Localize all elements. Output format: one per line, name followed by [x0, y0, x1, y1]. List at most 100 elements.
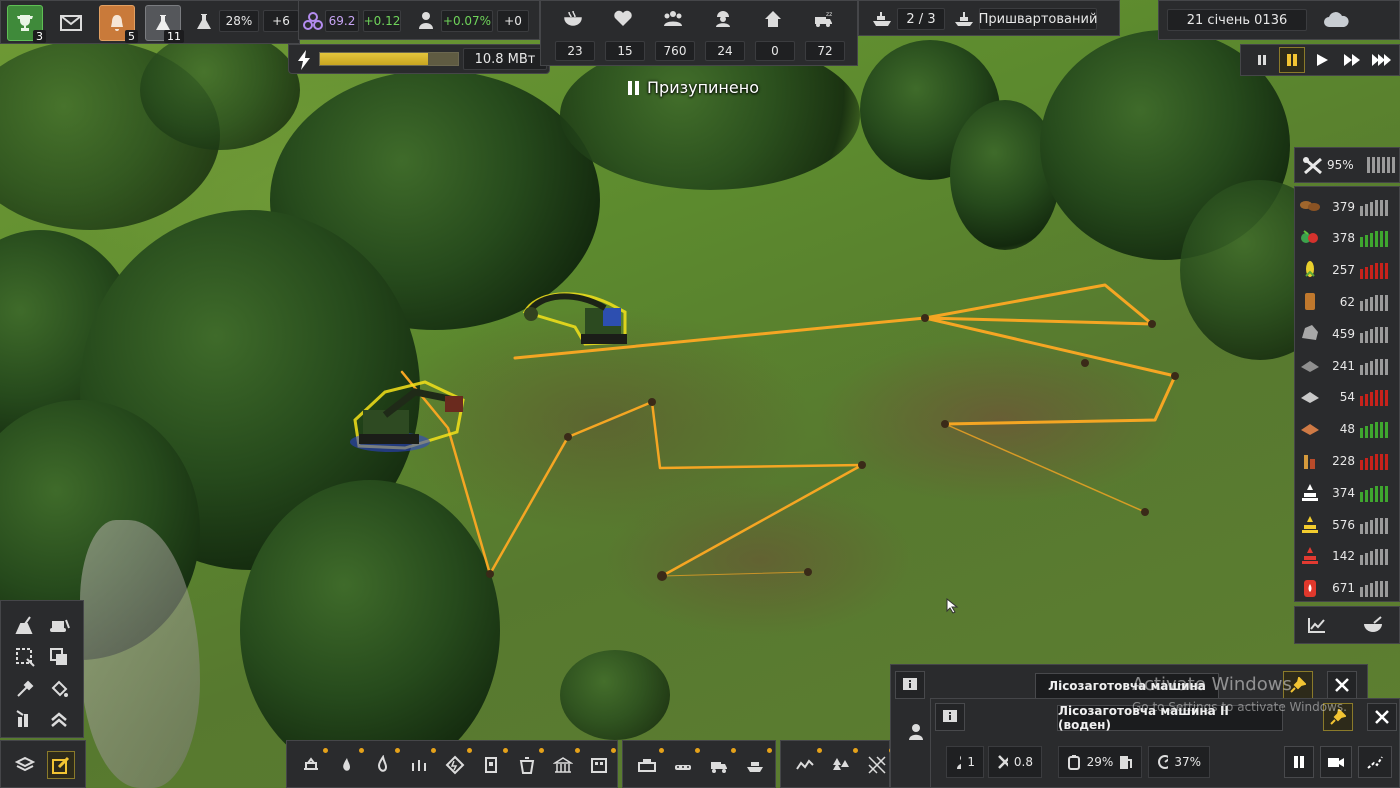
follow-camera-button[interactable] — [1320, 746, 1352, 778]
edit-mode-button[interactable] — [47, 751, 75, 779]
resource-row[interactable]: 379 — [1295, 191, 1400, 222]
resource-value: 576 — [1332, 517, 1355, 532]
show-route-button[interactable] — [1358, 746, 1392, 778]
layers-button[interactable] — [11, 751, 39, 779]
food-bowl-icon[interactable] — [563, 9, 585, 29]
worker-helmet-icon[interactable] — [713, 9, 735, 29]
worker-icon — [957, 755, 962, 769]
resource-value: 671 — [1332, 581, 1355, 596]
water-build-button[interactable] — [369, 748, 400, 779]
sleeping-truck-icon[interactable]: zz — [813, 9, 835, 29]
paused-label: Призупинено — [647, 78, 759, 97]
pause-button[interactable] — [1279, 47, 1305, 73]
weather-cloud-icon[interactable] — [1323, 11, 1349, 29]
cut-trees-tool[interactable] — [11, 611, 39, 639]
pause-vehicle-button[interactable] — [1284, 746, 1314, 778]
resource-value: 48 — [1339, 422, 1355, 437]
fuel-diamond-build-button[interactable] — [441, 748, 472, 779]
terrain-level-build-button[interactable] — [791, 748, 822, 779]
upgrade-tool[interactable] — [45, 705, 73, 733]
demolish-tool[interactable] — [11, 705, 39, 733]
resource-row[interactable]: 241 — [1295, 350, 1400, 381]
recycling-build-button[interactable] — [513, 748, 544, 779]
water-drops-build-button[interactable] — [333, 748, 364, 779]
play-speed-2-button[interactable] — [1339, 47, 1365, 73]
tree-harvester-vehicle[interactable] — [515, 282, 635, 354]
pin-icon — [1290, 677, 1306, 693]
housing-block-build-button[interactable] — [585, 748, 616, 779]
paint-bucket-tool[interactable] — [45, 675, 73, 703]
resource-row[interactable]: 257 — [1295, 255, 1400, 286]
conveyor-build-button[interactable] — [669, 748, 700, 779]
broom-icon — [15, 616, 33, 634]
ship-build-button[interactable] — [741, 748, 772, 779]
resource-row[interactable]: 54 — [1295, 382, 1400, 413]
tiles-pattern-build-button[interactable] — [863, 748, 894, 779]
tree-harvester-vehicle[interactable] — [345, 370, 475, 462]
vegetables-icon — [1295, 226, 1325, 250]
trees-icon — [833, 758, 849, 770]
bulldozer-tool[interactable] — [45, 611, 73, 639]
health-heart-icon[interactable] — [613, 9, 635, 29]
play-speed-3-button[interactable] — [1369, 47, 1395, 73]
government-building-build-button[interactable] — [549, 748, 580, 779]
statistics-button[interactable] — [1303, 611, 1331, 639]
tree-stump — [1141, 508, 1149, 516]
resource-value: 228 — [1332, 453, 1355, 468]
close-button[interactable] — [1367, 703, 1397, 731]
select-area-tool[interactable] — [11, 643, 39, 671]
ship-icon[interactable] — [871, 10, 893, 28]
population-icon[interactable] — [663, 9, 685, 29]
medical-supplies-icon — [1295, 481, 1325, 505]
resource-row[interactable]: 228 — [1295, 445, 1400, 476]
info-button[interactable] — [895, 671, 925, 699]
population-delta-text: +0 — [504, 14, 522, 28]
research-button[interactable]: 11 — [145, 5, 184, 43]
resource-row[interactable]: 671 — [1295, 573, 1400, 604]
close-button[interactable] — [1327, 671, 1357, 699]
fertilizer-build-button[interactable] — [405, 748, 436, 779]
bell-icon — [111, 15, 123, 31]
worker-icon — [907, 723, 925, 741]
resource-trend-bars — [1360, 229, 1388, 248]
maintenance-panel[interactable]: 95% — [1294, 147, 1400, 183]
vehicle-efficiency: 37% — [1148, 746, 1210, 778]
play-speed-1-button[interactable] — [1309, 47, 1335, 73]
tree-stump — [657, 571, 667, 581]
trees-build-button[interactable] — [827, 748, 858, 779]
housing-icon[interactable] — [763, 9, 785, 29]
food-processing-build-button[interactable] — [477, 748, 508, 779]
copy-tool[interactable] — [45, 643, 73, 671]
ship-dock-status: Пришвартований — [979, 8, 1097, 30]
activate-windows-subtitle: Go to Settings to activate Windows. — [1132, 700, 1347, 714]
storage-build-button[interactable] — [633, 748, 664, 779]
power-value: 10.8 МВт — [463, 48, 547, 70]
resource-row[interactable]: 459 — [1295, 318, 1400, 349]
notifications-button[interactable]: 5 — [99, 5, 138, 43]
select-area-icon — [16, 648, 35, 667]
vehicle-workers: 1 — [946, 746, 984, 778]
resource-row[interactable]: 48 — [1295, 414, 1400, 445]
household-goods-icon — [1295, 544, 1325, 568]
research-flask-icon — [195, 13, 213, 31]
achievements-button[interactable]: 3 — [7, 5, 46, 43]
resource-trend-bars — [1360, 293, 1388, 311]
farm-build-button[interactable] — [297, 748, 328, 779]
speed-step-button[interactable] — [1249, 47, 1275, 73]
recipes-button[interactable] — [1359, 611, 1387, 639]
resource-row[interactable]: 576 — [1295, 509, 1400, 540]
truck-build-button[interactable] — [705, 748, 736, 779]
eyedropper-tool[interactable] — [11, 675, 39, 703]
mail-button[interactable] — [53, 5, 89, 41]
info-button[interactable] — [935, 703, 965, 731]
step-frame-icon — [1258, 55, 1266, 65]
fuel-canister-icon — [1068, 755, 1080, 770]
resource-row[interactable]: 378 — [1295, 223, 1400, 254]
resource-trend-bars — [1360, 579, 1388, 598]
unity-delta: +0.12 — [363, 10, 401, 32]
resource-row[interactable]: 374 — [1295, 477, 1400, 508]
government-building-icon — [553, 757, 573, 773]
resource-row[interactable]: 62 — [1295, 286, 1400, 317]
resource-row[interactable]: 142 — [1295, 541, 1400, 572]
double-chevron-up-icon — [51, 712, 67, 727]
